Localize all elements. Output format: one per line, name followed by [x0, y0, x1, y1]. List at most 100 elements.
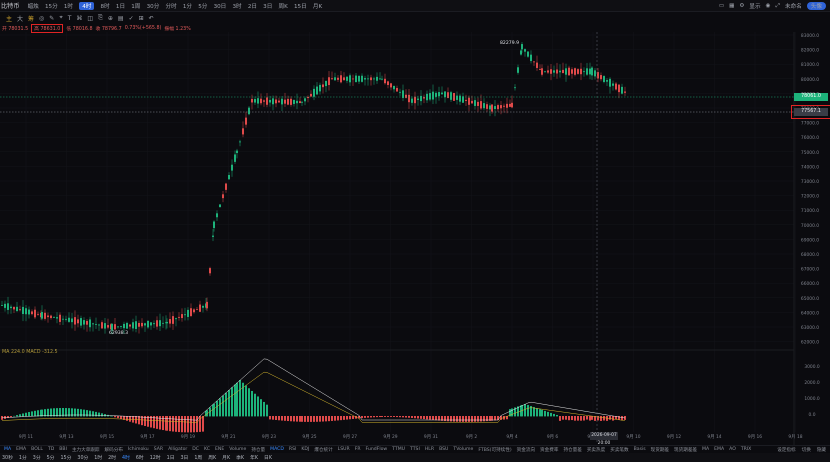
- price-chart[interactable]: 83000.082000.081000.080000.079000.078000…: [0, 32, 830, 445]
- indicator-12[interactable]: ENE: [215, 447, 224, 452]
- indicator-20[interactable]: FR: [355, 447, 361, 452]
- indicator-2[interactable]: BOLL: [31, 447, 43, 452]
- check-icon[interactable]: ✓: [129, 15, 134, 22]
- layout-icon[interactable]: ▦: [729, 3, 734, 9]
- indicator-39[interactable]: TRIX: [741, 447, 752, 452]
- tf-3[interactable]: 8时: [101, 2, 110, 10]
- pencil-icon[interactable]: ✎: [49, 15, 54, 22]
- tf-active[interactable]: 4时: [79, 1, 95, 10]
- bottom-tf-16[interactable]: 季K: [236, 454, 244, 461]
- symbol-title[interactable]: 比特币: [1, 1, 20, 10]
- avatar[interactable]: 头像: [806, 2, 826, 10]
- tf-12[interactable]: 2日: [248, 2, 257, 10]
- bottom-tf-14[interactable]: 周K: [208, 454, 216, 461]
- tf-9[interactable]: 5分: [198, 2, 207, 10]
- bottom-tf-17[interactable]: 年K: [250, 454, 258, 461]
- list-icon[interactable]: ▤: [118, 15, 124, 22]
- indicator-22[interactable]: TTMU: [392, 447, 405, 452]
- tf-13[interactable]: 3日: [263, 2, 272, 10]
- bottom-tf-4[interactable]: 15分: [60, 454, 71, 461]
- crosshair-icon[interactable]: ⌖: [59, 14, 62, 22]
- indicator-4[interactable]: BBI: [59, 447, 67, 452]
- indicator-38[interactable]: AO: [729, 447, 736, 452]
- bottom-tf-7[interactable]: 2时: [108, 454, 116, 461]
- indicator-34[interactable]: 现货期差: [651, 447, 669, 453]
- bottom-tf-8[interactable]: 4时: [122, 454, 130, 461]
- tool-chip[interactable]: 筹: [28, 14, 34, 23]
- indicator-10[interactable]: DC: [192, 447, 199, 452]
- tf-16[interactable]: 月K: [313, 2, 322, 10]
- bottom-tf-9[interactable]: 6时: [136, 454, 144, 461]
- grid-icon[interactable]: ⊞: [139, 15, 144, 22]
- bottom-tf-18[interactable]: 日K: [264, 454, 272, 461]
- fullscreen-icon[interactable]: ⤢: [776, 3, 780, 10]
- indicator-28[interactable]: 资金流向: [517, 447, 535, 453]
- indicator-36[interactable]: MA: [702, 447, 709, 452]
- indicator-32[interactable]: 买卖笔数: [610, 447, 628, 453]
- indicator-8[interactable]: SAR: [154, 447, 163, 452]
- tf-10[interactable]: 30日: [214, 2, 227, 10]
- tf-6[interactable]: 30分: [147, 2, 160, 10]
- bottom-tf-1[interactable]: 1分: [19, 454, 27, 461]
- indicator-7[interactable]: Ichimoku: [128, 447, 149, 452]
- bottom-tf-10[interactable]: 12时: [150, 454, 161, 461]
- bottom-tf-12[interactable]: 3日: [181, 454, 189, 461]
- indicator-26[interactable]: TVolume: [453, 447, 473, 452]
- indicator-0[interactable]: MA: [4, 447, 11, 452]
- indicator-31[interactable]: 买卖热度: [587, 447, 605, 453]
- indicator-control-0[interactable]: 设定指标: [777, 447, 795, 453]
- tf-8[interactable]: 1分: [183, 2, 192, 10]
- tf-14[interactable]: 周K: [279, 2, 288, 10]
- indicator-14[interactable]: 持仓量: [251, 447, 265, 453]
- panel-icon[interactable]: ◫: [87, 15, 93, 22]
- tf-11[interactable]: 3时: [232, 2, 241, 10]
- bottom-tf-6[interactable]: 1时: [94, 454, 102, 461]
- indicator-5[interactable]: 主力大单跟踪: [72, 447, 100, 453]
- indicator-11[interactable]: KC: [204, 447, 210, 452]
- tool-big[interactable]: 大: [17, 14, 23, 23]
- indicator-29[interactable]: 资金费率: [540, 447, 558, 453]
- tf-1[interactable]: 1时: [64, 2, 73, 10]
- display-label[interactable]: 显示: [749, 2, 760, 10]
- window-icon[interactable]: ▭: [719, 3, 724, 9]
- indicator-6[interactable]: 解码分布: [105, 447, 123, 453]
- copy-icon[interactable]: ⎘: [98, 14, 103, 22]
- indicator-16[interactable]: RSI: [289, 447, 296, 452]
- tool-main[interactable]: 主: [6, 14, 12, 23]
- indicator-15[interactable]: MACD: [270, 447, 284, 452]
- command-icon[interactable]: ⌘: [76, 15, 82, 22]
- indicator-24[interactable]: HLR: [425, 447, 434, 452]
- indicator-9[interactable]: Alligator: [168, 447, 187, 452]
- indicator-27[interactable]: FTBS(可持续性): [478, 447, 511, 453]
- indicator-17[interactable]: KDJ: [301, 447, 309, 452]
- indicator-18[interactable]: 爆仓统计: [314, 447, 332, 453]
- bottom-tf-15[interactable]: 月K: [222, 454, 230, 461]
- indicator-control-2[interactable]: 隐藏: [817, 447, 826, 453]
- indicator-30[interactable]: 持仓量差: [563, 447, 581, 453]
- indicator-35[interactable]: 现货期差差: [674, 447, 697, 453]
- indicator-37[interactable]: EMA: [714, 447, 724, 452]
- indicator-19[interactable]: LSUR: [338, 447, 350, 452]
- bottom-tf-2[interactable]: 3分: [33, 454, 41, 461]
- indicator-33[interactable]: Basis: [634, 447, 646, 452]
- tf-7[interactable]: 分时: [165, 2, 176, 10]
- bottom-tf-11[interactable]: 1日: [167, 454, 175, 461]
- indicator-21[interactable]: FundFlow: [366, 447, 388, 452]
- indicator-23[interactable]: TTSI: [410, 447, 420, 452]
- indicator-control-1[interactable]: 切换: [802, 447, 811, 453]
- tf-0[interactable]: 15分: [45, 2, 58, 10]
- indicator-3[interactable]: TD: [48, 447, 54, 452]
- tf-15[interactable]: 15日: [294, 2, 307, 10]
- bottom-tf-3[interactable]: 5分: [47, 454, 55, 461]
- indicator-13[interactable]: Volume: [229, 447, 246, 452]
- bottom-tf-13[interactable]: 1周: [194, 454, 202, 461]
- settings-icon[interactable]: ⚙: [739, 3, 744, 9]
- account-label[interactable]: 未命名: [785, 2, 802, 10]
- tf-5[interactable]: 1周: [131, 2, 140, 10]
- bottom-tf-0[interactable]: 30秒: [2, 454, 13, 461]
- tf-4[interactable]: 1日: [116, 2, 125, 10]
- chart-type-label[interactable]: 蜡烛: [28, 2, 39, 10]
- indicator-1[interactable]: EMA: [16, 447, 26, 452]
- zoom-icon[interactable]: ⊕: [108, 15, 113, 22]
- indicator-25[interactable]: BSU: [439, 447, 448, 452]
